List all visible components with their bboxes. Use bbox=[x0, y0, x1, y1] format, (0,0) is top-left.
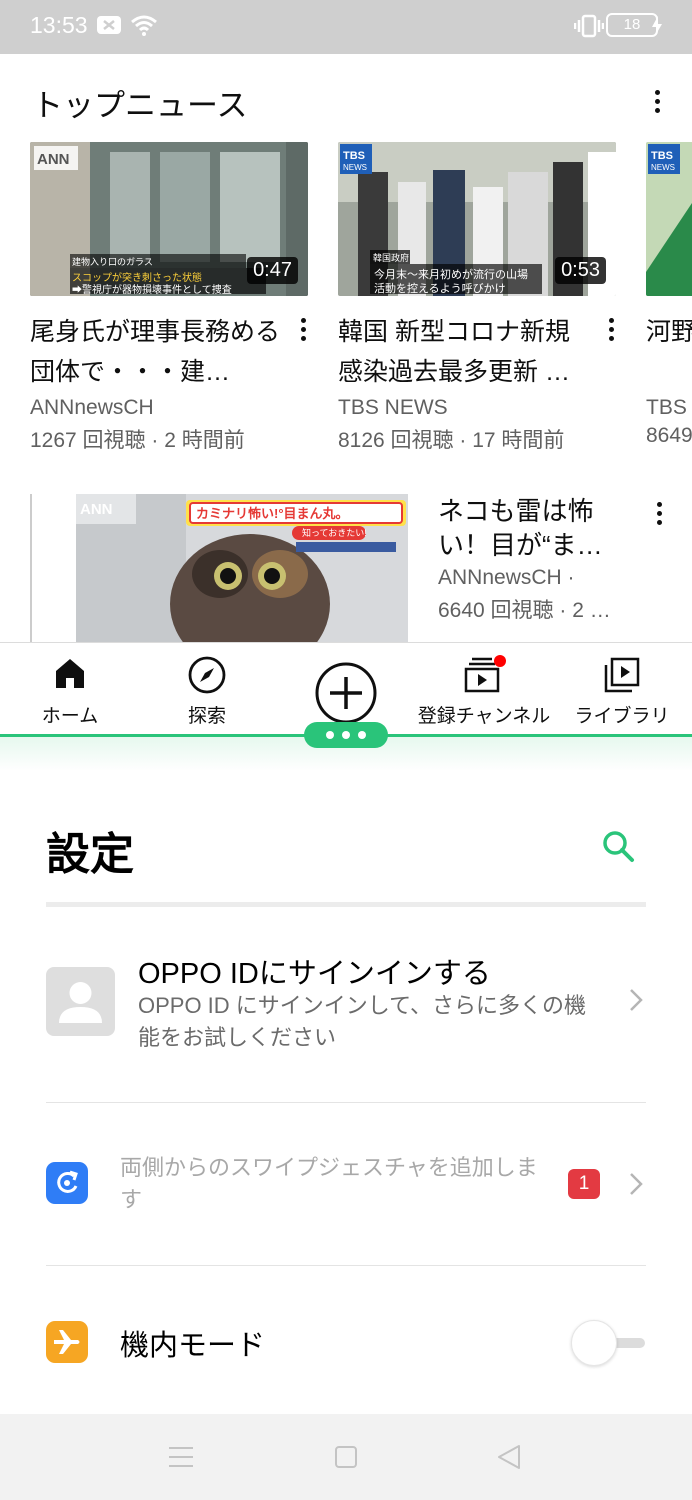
nav-label: ホーム bbox=[41, 706, 99, 727]
airplane-icon bbox=[46, 1321, 88, 1363]
video-thumbnail[interactable]: TBS NEWS bbox=[646, 142, 692, 296]
video-channel: TBS NEWS bbox=[338, 396, 448, 419]
home-icon bbox=[52, 655, 88, 695]
video-card[interactable]: ANN 建物入り口のガラス スコップが突き刺さった状態 ➡警視庁が器物損壊事件と… bbox=[30, 142, 308, 452]
divider bbox=[46, 1102, 646, 1103]
airplane-mode-label: 機内モード bbox=[120, 1330, 266, 1362]
chevron-right-icon bbox=[629, 988, 643, 1012]
chevron-right-icon bbox=[629, 1172, 643, 1196]
svg-text:TBS: TBS bbox=[343, 150, 365, 162]
nav-label: 登録チャンネル bbox=[417, 706, 551, 727]
nav-home[interactable]: ホーム bbox=[20, 643, 120, 735]
video-duration: 0:53 bbox=[555, 257, 606, 284]
thumb-banner-sub: 知っておきたい! bbox=[302, 528, 367, 538]
youtube-top-news: トップニュース ANN 建物入り口のガラス スコップが突き刺さった状態 ➡警視庁… bbox=[0, 54, 692, 642]
video-meta: 6640 回視聴 · 2 … bbox=[438, 599, 611, 622]
oppo-signin-subtitle: OPPO ID にサインインして、さらに多くの機能をお試しください bbox=[138, 993, 587, 1050]
section-title: トップニュース bbox=[32, 88, 248, 123]
video-title[interactable]: 韓国 新型コロナ新規感染過去最多更新 … bbox=[338, 312, 590, 392]
video-thumbnail[interactable]: TBS NEWS 韓国政府 今月末～来月初めが流行の山場 活動を控えるよう呼びか… bbox=[338, 142, 616, 296]
status-bar: 13:53 18 bbox=[0, 0, 692, 54]
svg-text:NEWS: NEWS bbox=[343, 163, 367, 172]
youtube-bottom-nav: ホーム 探索 登録チャンネル ライブラリ bbox=[0, 642, 692, 734]
divider bbox=[46, 902, 646, 907]
video-title[interactable]: 河野 ８割 bbox=[646, 312, 692, 392]
nav-label: ライブラリ bbox=[574, 706, 670, 727]
subscriptions-icon bbox=[462, 655, 506, 699]
library-icon bbox=[602, 655, 642, 699]
video-thumbnail[interactable]: ANN 建物入り口のガラス スコップが突き刺さった状態 ➡警視庁が器物損壊事件と… bbox=[30, 142, 308, 296]
video-more-icon[interactable] bbox=[654, 502, 664, 532]
video-card[interactable]: TBS NEWS 韓国政府 今月末～来月初めが流行の山場 活動を控えるよう呼びか… bbox=[338, 142, 616, 452]
split-handle[interactable] bbox=[304, 722, 388, 748]
back-icon[interactable] bbox=[497, 1444, 521, 1474]
nav-label: 探索 bbox=[187, 706, 226, 727]
toggle-knob bbox=[571, 1320, 617, 1366]
video-more-icon[interactable] bbox=[298, 318, 308, 348]
notification-badge: 1 bbox=[568, 1169, 600, 1199]
svg-text:ANN: ANN bbox=[80, 501, 113, 518]
video-title[interactable]: 尾身氏が理事長務める団体で・・・建… bbox=[30, 312, 282, 392]
thumb-caption: 建物入り口のガラス bbox=[72, 257, 153, 267]
vibrate-icon bbox=[573, 14, 605, 42]
svg-text:NEWS: NEWS bbox=[651, 163, 675, 172]
section-more-icon[interactable] bbox=[652, 90, 662, 120]
avatar bbox=[46, 967, 115, 1036]
airplane-mode-toggle[interactable] bbox=[571, 1320, 647, 1366]
video-meta: 8126 回視聴 · 17 時間前 bbox=[338, 429, 565, 452]
page-title: 設定 bbox=[46, 830, 134, 879]
video-duration: 0:47 bbox=[247, 257, 298, 284]
oppo-signin-title[interactable]: OPPO IDにサインインする bbox=[138, 950, 491, 992]
thumb-caption: 活動を控えるよう呼びかけ bbox=[374, 283, 506, 295]
wifi-icon bbox=[130, 14, 158, 40]
video-more-icon[interactable] bbox=[606, 318, 616, 348]
menu-icon[interactable] bbox=[168, 1446, 194, 1472]
nav-explore[interactable]: 探索 bbox=[157, 643, 257, 735]
video-thumbnail[interactable]: ANN カミナリ怖い!°目まん丸。 知っておきたい! bbox=[30, 494, 408, 642]
video-channel: ANNnewsCH · bbox=[438, 566, 575, 589]
status-time: 13:53 bbox=[30, 12, 88, 38]
compass-icon bbox=[187, 655, 227, 699]
nav-library[interactable]: ライブラリ bbox=[572, 643, 672, 735]
nav-subscriptions[interactable]: 登録チャンネル bbox=[414, 643, 554, 735]
thumb-caption: ➡警視庁が器物損壊事件として捜査 bbox=[72, 285, 232, 296]
video-channel: ANNnewsCH bbox=[30, 396, 154, 419]
swipe-gesture-label: 両側からのスワイプジェスチャを追加します bbox=[120, 1155, 538, 1212]
video-card[interactable]: TBS NEWS 河野 ８割 TBS 8649 bbox=[646, 142, 692, 502]
notification-icon bbox=[96, 14, 122, 40]
video-meta: 1267 回視聴 · 2 時間前 bbox=[30, 429, 245, 452]
thumb-caption: 韓国政府 bbox=[373, 253, 410, 263]
video-title[interactable]: ネコも雷は怖い！目が“ま… bbox=[438, 494, 618, 562]
charging-icon bbox=[651, 16, 663, 40]
thumb-banner: カミナリ怖い!°目まん丸。 bbox=[196, 506, 349, 521]
add-icon bbox=[314, 661, 378, 729]
swipe-gesture-icon bbox=[46, 1162, 88, 1204]
video-channel: TBS bbox=[646, 396, 687, 419]
svg-text:TBS: TBS bbox=[651, 150, 673, 162]
video-meta: 8649 bbox=[646, 424, 692, 447]
system-nav-bar bbox=[0, 1414, 692, 1500]
search-icon[interactable] bbox=[601, 829, 635, 867]
divider bbox=[46, 1265, 646, 1266]
svg-text:ANN: ANN bbox=[37, 151, 70, 168]
home-button-icon[interactable] bbox=[334, 1445, 358, 1473]
